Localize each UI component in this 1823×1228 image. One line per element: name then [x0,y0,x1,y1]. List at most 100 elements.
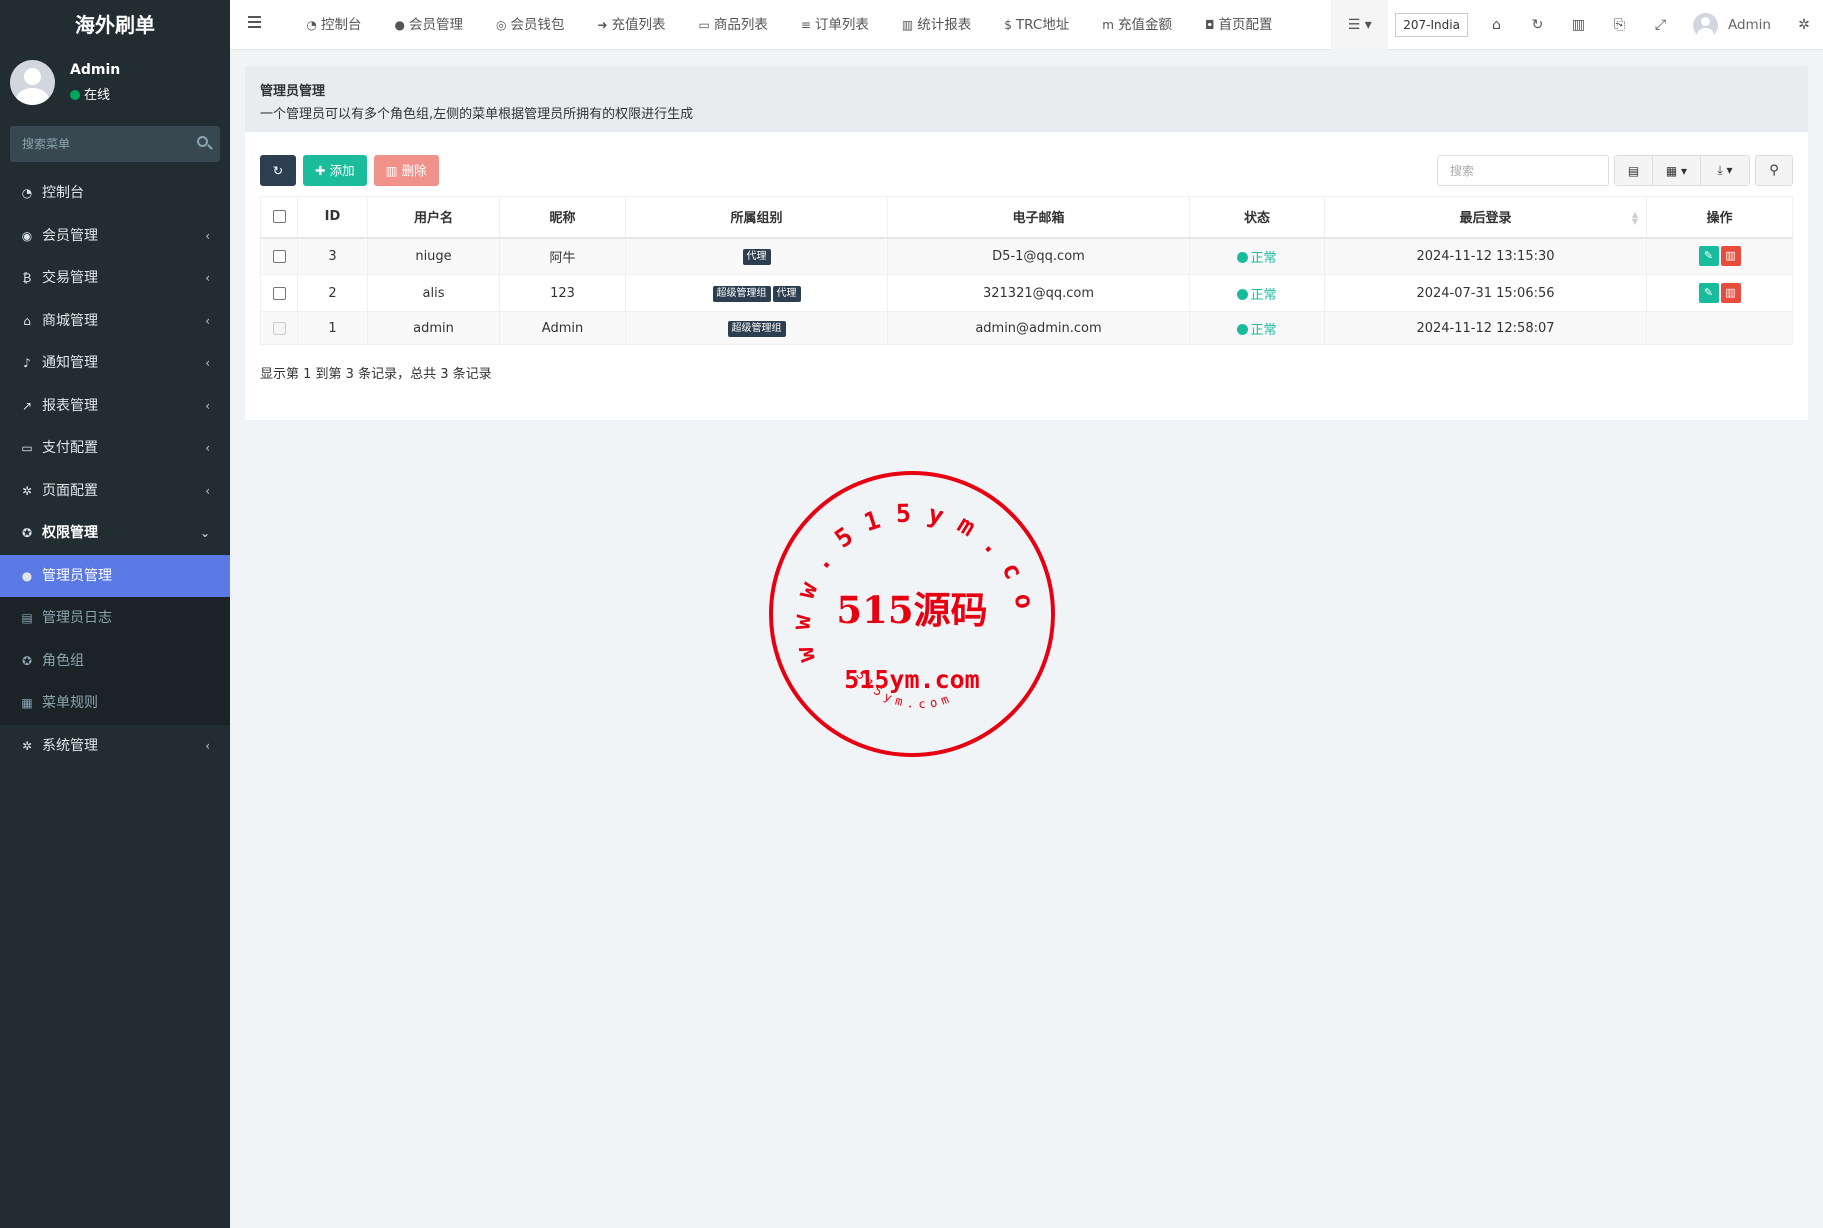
row-checkbox[interactable] [272,286,286,300]
status-dot-icon [1237,251,1249,263]
sidebar-item-menu-rule[interactable]: ▦ 菜单规则 [0,682,230,725]
add-button[interactable]: ✚ 添加 [303,155,367,186]
nav-link-7[interactable]: $ TRC地址 [988,0,1086,50]
trash-icon: ▥ [1725,249,1736,263]
row-select-cell [260,274,298,312]
region-menu-button[interactable]: ☰ ▾ [1331,0,1389,50]
nav-link-3[interactable]: ➜ 充值列表 [581,0,682,50]
sidebar-item-permission[interactable]: ✪ 权限管理 ⌄ [0,512,230,555]
table-row[interactable]: 3 niuge 阿牛 代理 D5-1@qq.com 正常 2024-11-12 13:15:… [260,237,1793,275]
trash-icon[interactable]: ▥ [1558,0,1599,50]
sidebar-item-trade[interactable]: ₿ 交易管理 ‹ [0,257,230,300]
col-email[interactable]: 电子邮箱 [887,196,1190,239]
sort-icon[interactable]: ▲ ▼ [1632,211,1638,226]
export-button[interactable]: ⤓ ▾ [1701,156,1749,185]
region-select[interactable]: 207-India [1395,13,1468,37]
nav-link-0[interactable]: ◔ 控制台 [290,0,378,50]
cell-groups: 超级管理组 代理 [625,274,888,312]
sidebar-item-page[interactable]: ✲ 页面配置 ‹ [0,470,230,513]
sidebar-item-role-group[interactable]: ✪ 角色组 [0,640,230,683]
menu-search-input[interactable] [10,126,220,162]
edit-button[interactable]: ✎ [1698,246,1719,267]
col-last-login[interactable]: 最后登录 ▲ ▼ [1324,196,1647,239]
sidebar-item-label: 菜单规则 [42,695,98,711]
sidebar-item-notice[interactable]: ♪ 通知管理 ‹ [0,342,230,385]
nav-link-2[interactable]: ◎ 会员钱包 [479,0,580,50]
status-badge[interactable]: 正常 [1237,287,1277,303]
toggle-view-button[interactable]: ▤ [1615,156,1653,185]
watermark-stamp: www.515ym.com 515源码 515ym.com 515ym.com [768,470,1055,757]
delete-row-button[interactable]: ▥ [1720,283,1741,303]
sidebar-item-label: 商城管理 [42,312,98,329]
cogs-icon[interactable]: ✲ [1785,0,1823,50]
columns-button[interactable]: ▦ ▾ [1653,156,1701,185]
sidebar-item-member[interactable]: ◉ 会员管理 ‹ [0,215,230,258]
permission-submenu: ● 管理员管理 ▤ 管理员日志 ✪ 角色组 ▦ 菜单规则 [0,554,230,725]
select-all-checkbox[interactable] [272,210,286,224]
edit-button[interactable]: ✎ [1698,283,1719,303]
page-title: 管理员管理 [260,84,326,99]
cell-username: admin [367,311,500,345]
nav-link-6[interactable]: ▥ 统计报表 [885,0,987,50]
table-row[interactable]: 1 admin Admin 超级管理组 admin@admin.com 正常 2024-11… [260,311,1793,345]
col-group[interactable]: 所属组别 [625,196,888,239]
group-icon: ✪ [21,526,33,540]
cell-email: admin@admin.com [887,311,1190,345]
cell-last-login: 2024-11-12 13:15:30 [1324,237,1647,275]
nav-user-name: Admin [1727,17,1771,33]
nav-link-9[interactable]: ◘ 首页配置 [1189,0,1290,50]
fullscreen-icon[interactable]: ⤢ [1640,0,1681,50]
status-label: 正常 [1250,287,1277,303]
col-username[interactable]: 用户名 [367,196,500,239]
nav-link-label: 统计报表 [917,17,972,33]
delete-row-button[interactable]: ▥ [1720,246,1741,267]
cell-nickname: Admin [499,311,626,345]
table-search-input[interactable] [1437,155,1609,186]
col-nickname[interactable]: 昵称 [499,196,626,239]
sidebar-item-system[interactable]: ✲ 系统管理 ‹ [0,725,230,768]
cell-username: alis [367,274,500,312]
sidebar-item-label: 通知管理 [42,355,98,371]
cell-actions [1646,311,1793,345]
sidebar-item-label: 角色组 [42,652,84,669]
status-badge[interactable]: 正常 [1237,251,1277,266]
nav-link-1[interactable]: ● 会员管理 [378,0,479,50]
group-badge: 超级管理组 [727,320,786,337]
sidebar-item-report[interactable]: ↗ 报表管理 ‹ [0,385,230,428]
avatar [10,60,55,105]
toolbar: ↻ ✚ 添加 ▥ 删除 ▤ ▦ ▾ ⤓ ▾ ⚲ [260,155,1793,187]
sidebar-item-payment[interactable]: ▭ 支付配置 ‹ [0,427,230,470]
sidebar-item-dashboard[interactable]: ◔ 控制台 [0,172,230,215]
status-badge[interactable]: 正常 [1237,323,1277,338]
col-id[interactable]: ID [297,196,368,239]
nav-link-5[interactable]: ≡ 订单列表 [784,0,885,50]
chevron-left-icon: ‹ [205,398,210,413]
sidebar-item-label: 页面配置 [42,482,98,499]
col-status[interactable]: 状态 [1189,196,1325,239]
row-checkbox[interactable] [272,249,286,263]
home-icon[interactable]: ⌂ [1476,0,1517,50]
pagination-info: 显示第 1 到第 3 条记录，总共 3 条记录 [260,367,492,382]
app-logo[interactable]: 海外刷单 [0,0,230,50]
language-icon[interactable]: ⎘ [1599,0,1640,50]
sidebar-item-shop[interactable]: ⌂ 商城管理 ‹ [0,300,230,343]
search-icon[interactable] [197,136,208,147]
delete-button[interactable]: ▥ 删除 [373,155,439,186]
refresh-button[interactable]: ↻ [260,155,296,186]
sidebar-toggle-icon[interactable] [248,16,261,30]
sidebar-item-admin-log[interactable]: ▤ 管理员日志 [0,597,230,640]
user-name: Admin [70,62,121,78]
chevron-left-icon: ‹ [205,483,210,498]
sidebar-item-admin[interactable]: ● 管理员管理 [0,554,230,597]
cell-nickname: 阿牛 [499,237,626,275]
content: 管理员管理 一个管理员可以有多个角色组,左侧的菜单根据管理员所拥有的权限进行生成… [245,66,1808,420]
refresh-icon[interactable]: ↻ [1517,0,1558,50]
nav-link-8[interactable]: m 充值金额 [1086,0,1189,50]
advanced-search-button[interactable]: ⚲ [1755,155,1793,186]
group-icon: ✪ [21,653,33,668]
nav-link-4[interactable]: ▭ 商品列表 [682,0,784,50]
page-header: 管理员管理 一个管理员可以有多个角色组,左侧的菜单根据管理员所拥有的权限进行生成 [245,66,1808,132]
nav-user-menu[interactable]: Admin [1681,0,1785,50]
search-icon: ⚲ [1769,163,1779,178]
table-row[interactable]: 2 alis 123 超级管理组 代理 321321@qq.com 正常 2024-07-31… [260,274,1793,312]
